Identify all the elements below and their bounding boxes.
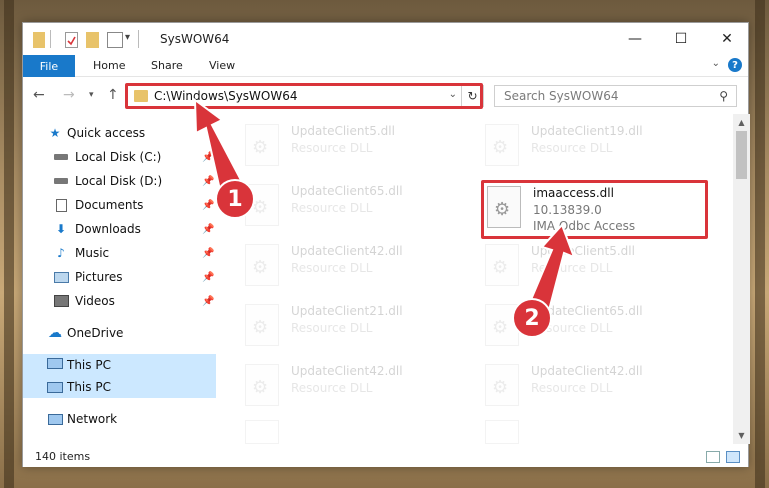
step-2-badge: 2 [512,298,552,338]
annotation-arrows [193,97,576,316]
arrow-1 [193,97,244,192]
step-1-badge: 1 [215,179,255,219]
